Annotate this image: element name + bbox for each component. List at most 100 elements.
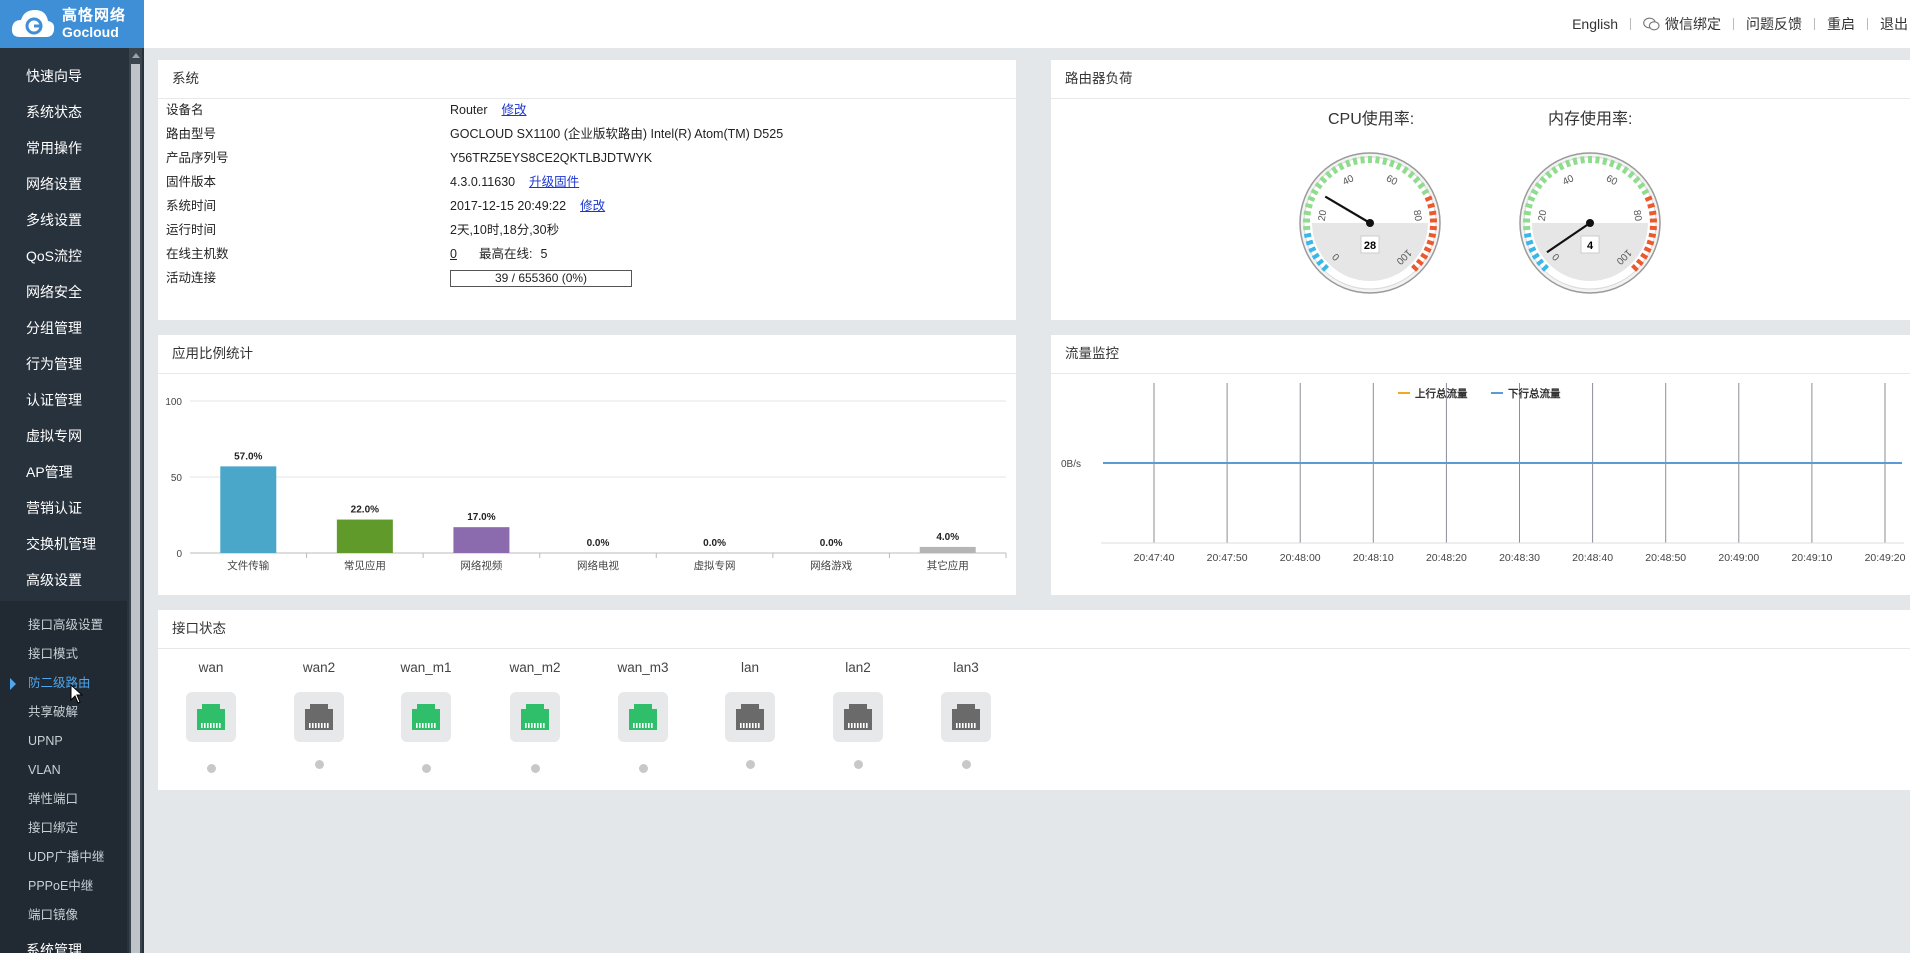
bar-value-label: 4.0%	[936, 532, 959, 543]
row-label: 系统时间	[166, 199, 217, 213]
bar[interactable]	[919, 546, 976, 553]
uptime-value: 2天,10时,18分,30秒	[450, 223, 560, 237]
sidebar-item[interactable]: 多线设置	[0, 202, 127, 238]
submenu-item[interactable]: VLAN	[0, 756, 127, 785]
y-tick-label: 50	[171, 473, 183, 484]
sidebar-item-system-manage[interactable]: 系统管理	[26, 940, 82, 953]
gauge-tick	[1305, 239, 1314, 246]
sidebar-item[interactable]: 虚拟专网	[0, 418, 127, 454]
gauge-tick	[1337, 162, 1345, 171]
model-value: GOCLOUD SX1100 (企业版软路由) Intel(R) Atom(TM…	[450, 127, 784, 141]
sidebar-item[interactable]: 网络设置	[0, 166, 127, 202]
reboot-link[interactable]: 重启	[1815, 14, 1867, 34]
interface-name: lan2	[845, 660, 871, 675]
ethernet-port-up[interactable]	[618, 692, 668, 742]
sidebar-item[interactable]: 系统状态	[0, 94, 127, 130]
sidebar-item[interactable]: 交换机管理	[0, 526, 127, 562]
ethernet-port-down[interactable]	[941, 692, 991, 742]
submenu-item[interactable]: PPPoE中继	[0, 872, 127, 901]
cloud-logo-icon	[11, 10, 55, 37]
memory-gauge-value: 4	[1587, 240, 1594, 252]
feedback-link[interactable]: 问题反馈	[1734, 14, 1814, 34]
active-connections-bar: 39 / 655360 (0%)	[450, 270, 632, 288]
submenu-item[interactable]: 端口镜像	[0, 901, 127, 930]
x-tick-label: 20:48:00	[1280, 552, 1321, 564]
category-label: 其它应用	[927, 559, 969, 572]
gauge-tick	[1428, 210, 1437, 216]
bar[interactable]	[453, 527, 510, 553]
bar[interactable]	[220, 466, 277, 553]
link-status-dot	[531, 764, 540, 773]
submenu-item[interactable]: 接口绑定	[0, 814, 127, 843]
gauge-tick	[1388, 159, 1396, 168]
bar[interactable]	[336, 519, 393, 553]
memory-usage-label: 内存使用率:	[1548, 111, 1633, 128]
scroll-up-arrow-icon[interactable]	[131, 53, 140, 58]
gauge-tick	[1557, 162, 1565, 171]
gauge-tick	[1303, 225, 1311, 231]
x-tick-label: 20:48:50	[1645, 552, 1686, 564]
sidebar-item[interactable]: AP管理	[0, 454, 127, 490]
submenu-item[interactable]: 共享破解	[0, 698, 127, 727]
gauge-tick	[1525, 239, 1534, 246]
row-label: 产品序列号	[166, 151, 229, 165]
ethernet-port-down[interactable]	[725, 692, 775, 742]
gauge-tick	[1523, 225, 1531, 231]
submenu-item[interactable]: 弹性端口	[0, 785, 127, 814]
traffic-monitor-panel: 流量监控 20:47:40 20:47:50 20:48:00 20:48:10 20:…	[1051, 335, 1910, 595]
panel-title: 流量监控	[1051, 335, 1910, 374]
row-label: 在线主机数	[166, 247, 229, 261]
submenu-item[interactable]: UPNP	[0, 727, 127, 756]
row-label: 设备名	[166, 103, 204, 117]
ethernet-port-icon	[629, 704, 657, 730]
cpu-gauge-value: 28	[1364, 240, 1376, 252]
sidebar-item[interactable]: 快速向导	[0, 58, 127, 94]
gauge-hub	[1366, 219, 1374, 227]
gauge-tick-label: 80	[1411, 209, 1424, 222]
submenu-item[interactable]: 接口高级设置	[0, 611, 127, 640]
panel-title: 系统	[158, 60, 1016, 99]
sidebar-item[interactable]: 行为管理	[0, 346, 127, 382]
logout-link[interactable]: 退出	[1868, 14, 1910, 34]
sidebar-item[interactable]: QoS流控	[0, 238, 127, 274]
sidebar-item[interactable]: 常用操作	[0, 130, 127, 166]
gauge-hub	[1586, 219, 1594, 227]
panel-title: 应用比例统计	[158, 335, 1016, 374]
sidebar-item[interactable]: 高级设置	[0, 562, 127, 598]
category-label: 常见应用	[344, 559, 386, 572]
link-status-dot	[422, 764, 431, 773]
legend-label[interactable]: 上行总流量	[1415, 387, 1468, 400]
edit-device-name-link[interactable]: 修改	[502, 103, 527, 117]
online-hosts-link[interactable]: 0	[450, 247, 457, 261]
gauge-tick	[1602, 157, 1608, 166]
gauge-tick	[1427, 202, 1436, 209]
ethernet-port-up[interactable]	[510, 692, 560, 742]
submenu-item[interactable]: 防二级路由	[0, 669, 127, 698]
submenu-item[interactable]: UDP广播中继	[0, 843, 127, 872]
upgrade-firmware-link[interactable]: 升级固件	[529, 175, 579, 189]
ethernet-port-down[interactable]	[294, 692, 344, 742]
scrollbar-thumb[interactable]	[131, 64, 140, 953]
sidebar-item[interactable]: 营销认证	[0, 490, 127, 526]
wechat-bind-link[interactable]: 微信绑定	[1631, 14, 1733, 34]
ethernet-port-up[interactable]	[401, 692, 451, 742]
ethernet-port-up[interactable]	[186, 692, 236, 742]
gauge-tick	[1395, 162, 1403, 171]
ethernet-port-down[interactable]	[833, 692, 883, 742]
sidebar-item[interactable]: 认证管理	[0, 382, 127, 418]
y-tick-label: 100	[165, 397, 182, 408]
sidebar-item[interactable]: 分组管理	[0, 310, 127, 346]
sidebar-item[interactable]: 网络安全	[0, 274, 127, 310]
english-link[interactable]: English	[1560, 16, 1630, 32]
submenu-item[interactable]: 接口模式	[0, 640, 127, 669]
brand-logo[interactable]: 高恪网络 Gocloud	[0, 0, 144, 48]
x-tick-label: 20:47:40	[1134, 552, 1175, 564]
legend-label[interactable]: 下行总流量	[1508, 387, 1561, 400]
link-status-dot	[315, 760, 324, 769]
gauge-tick	[1426, 239, 1435, 246]
x-tick-label: 20:49:00	[1718, 552, 1759, 564]
edit-time-link[interactable]: 修改	[580, 199, 605, 213]
gauge-tick	[1303, 232, 1312, 239]
sidebar-scrollbar[interactable]	[129, 48, 142, 953]
x-tick-label: 20:47:50	[1207, 552, 1248, 564]
